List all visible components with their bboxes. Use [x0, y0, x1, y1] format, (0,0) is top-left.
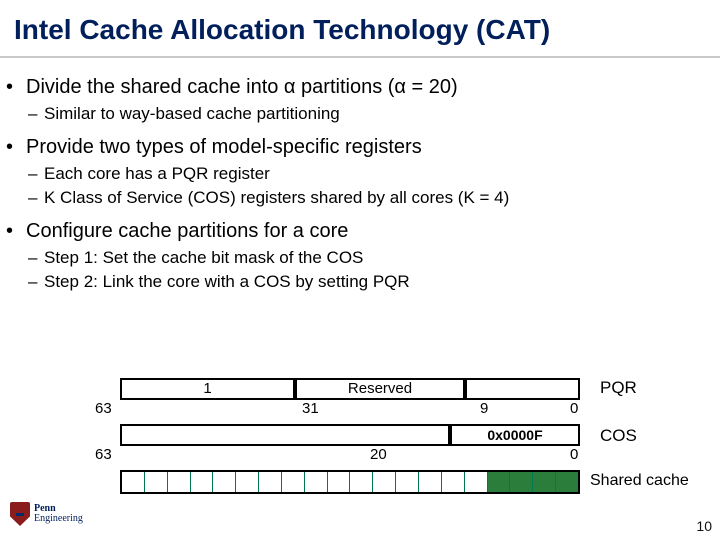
- pqr-bit-9: 9: [480, 400, 488, 417]
- pqr-cos-value: 1: [122, 380, 293, 398]
- logo-text: Penn Engineering: [34, 504, 83, 525]
- penn-logo: Penn Engineering: [10, 502, 83, 526]
- slide-body: Divide the shared cache into α partition…: [6, 58, 720, 294]
- bullet-2-1: Each core has a PQR register: [28, 163, 700, 186]
- bullet-2: Provide two types of model-specific regi…: [6, 134, 700, 161]
- bullet-1-1: Similar to way-based cache partitioning: [28, 103, 700, 126]
- cos-bit-0: 0: [570, 446, 578, 463]
- cos-label: COS: [600, 426, 637, 446]
- slide-title: Intel Cache Allocation Technology (CAT): [0, 0, 720, 58]
- pqr-label: PQR: [600, 378, 637, 398]
- shared-cache: [120, 470, 580, 494]
- bullet-3: Configure cache partitions for a core: [6, 218, 700, 245]
- pqr-cos-field: 1: [120, 378, 295, 400]
- logo-line2: Engineering: [34, 514, 83, 525]
- cos-left-field: [120, 424, 450, 446]
- shield-icon: [10, 502, 30, 526]
- bullet-2-2: K Class of Service (COS) registers share…: [28, 187, 700, 210]
- bullet-1: Divide the shared cache into α partition…: [6, 74, 700, 101]
- pqr-reserved-field: Reserved: [295, 378, 465, 400]
- pqr-reserved-label: Reserved: [297, 380, 463, 398]
- bullet-3-1: Step 1: Set the cache bit mask of the CO…: [28, 247, 700, 270]
- cos-mask-field: 0x0000F: [450, 424, 580, 446]
- cos-bit-20: 20: [370, 446, 387, 463]
- register-diagram: 1 Reserved 63 31 9 0 PQR 0x0000F 63 20 0…: [0, 378, 720, 518]
- cos-bit-63: 63: [95, 446, 112, 463]
- cos-mask-value: 0x0000F: [452, 426, 578, 444]
- pqr-bit-0: 0: [570, 400, 578, 417]
- shared-cache-label: Shared cache: [590, 472, 689, 490]
- page-number: 10: [696, 518, 712, 534]
- pqr-bit-31: 31: [302, 400, 319, 417]
- bullet-3-2: Step 2: Link the core with a COS by sett…: [28, 271, 700, 294]
- pqr-right-field: [465, 378, 580, 400]
- pqr-bit-63: 63: [95, 400, 112, 417]
